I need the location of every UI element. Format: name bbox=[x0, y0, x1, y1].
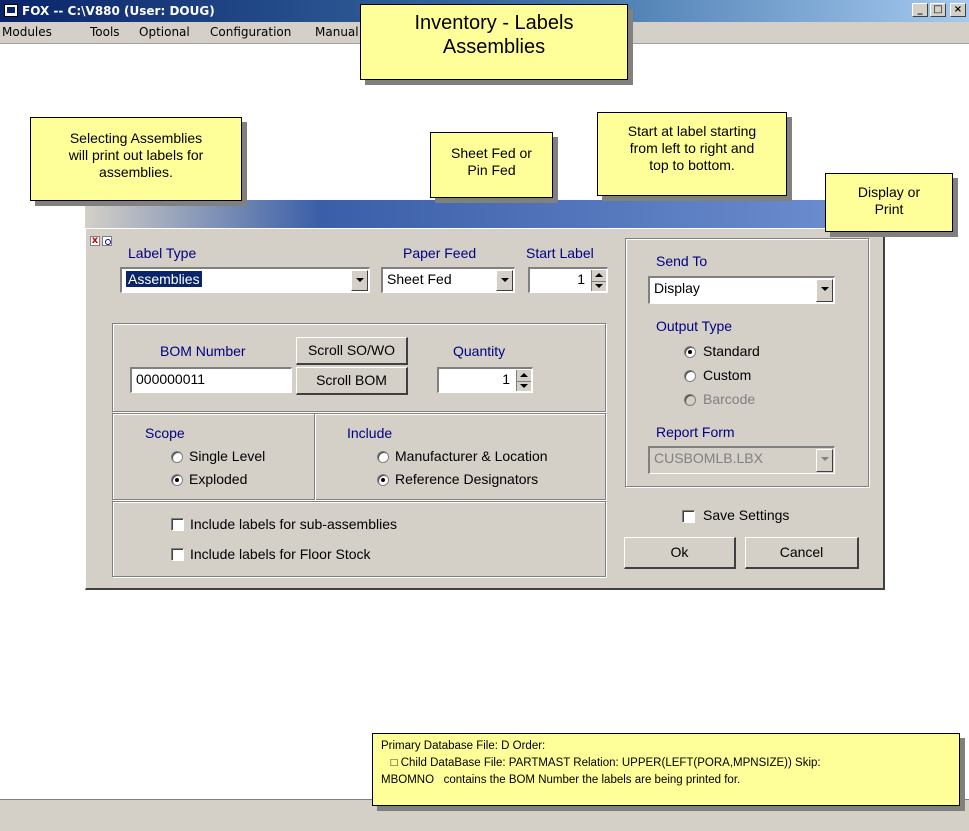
chevron-down-icon bbox=[816, 449, 833, 472]
output-custom-label: Custom bbox=[703, 367, 752, 383]
title-callout-line: Assemblies bbox=[442, 36, 546, 58]
ok-button[interactable]: Ok bbox=[624, 537, 736, 569]
label-type-label: Label Type bbox=[128, 245, 197, 261]
start-label-spinner[interactable]: 1 bbox=[528, 267, 608, 293]
note-line: Primary Database File: D Order: bbox=[381, 740, 546, 752]
scope-single-level-radio[interactable] bbox=[171, 451, 183, 463]
paper-feed-label: Paper Feed bbox=[403, 245, 477, 261]
scope-single-level-label: Single Level bbox=[189, 448, 266, 464]
scope-exploded-label: Exploded bbox=[189, 471, 248, 487]
bom-number-input[interactable]: 000000011 bbox=[130, 367, 292, 393]
title-callout: Inventory - Labels Assemblies bbox=[360, 4, 628, 80]
database-note-callout: Primary Database File: D Order: □ Child … bbox=[372, 733, 960, 806]
include-manufacturer-label: Manufacturer & Location bbox=[395, 448, 548, 464]
title-callout-line: Inventory - Labels bbox=[414, 12, 574, 34]
callout-line: Selecting Assemblies bbox=[69, 130, 203, 146]
bom-number-label: BOM Number bbox=[160, 343, 246, 359]
scroll-sowo-button[interactable]: Scroll SO/WO bbox=[296, 337, 408, 365]
output-type-label: Output Type bbox=[656, 318, 733, 334]
floor-stock-checkbox[interactable] bbox=[171, 548, 184, 561]
include-reference-radio[interactable] bbox=[377, 474, 389, 486]
group-divider bbox=[314, 414, 315, 500]
chevron-down-icon[interactable] bbox=[816, 279, 833, 302]
assemblies-callout: Selecting Assemblies will print out labe… bbox=[30, 117, 242, 201]
sub-assemblies-label: Include labels for sub-assemblies bbox=[190, 516, 397, 532]
callout-line: Start at label starting bbox=[627, 123, 757, 139]
callout-line: assemblies. bbox=[99, 164, 173, 180]
output-barcode-radio bbox=[684, 394, 696, 406]
quantity-spinner[interactable]: 1 bbox=[437, 367, 533, 393]
callout-line: Display or bbox=[857, 184, 921, 200]
dialog-help-icon[interactable] bbox=[102, 236, 112, 246]
cancel-button[interactable]: Cancel bbox=[745, 537, 859, 569]
start-label-callout: Start at label starting from left to rig… bbox=[597, 112, 787, 196]
report-form-dropdown: CUSBOMLB.LBX bbox=[648, 446, 835, 474]
callout-line: will print out labels for bbox=[68, 147, 204, 163]
scroll-bom-button[interactable]: Scroll BOM bbox=[296, 367, 408, 395]
callout-line: Pin Fed bbox=[467, 162, 516, 178]
floor-stock-label: Include labels for Floor Stock bbox=[190, 546, 371, 562]
output-standard-radio[interactable] bbox=[684, 346, 696, 358]
note-line: MBOMNO contains the BOM Number the label… bbox=[381, 774, 741, 786]
sub-assemblies-checkbox[interactable] bbox=[171, 518, 184, 531]
paper-feed-dropdown[interactable]: Sheet Fed bbox=[381, 267, 515, 293]
chevron-down-icon[interactable] bbox=[351, 270, 368, 291]
spinner-arrows-icon[interactable] bbox=[516, 370, 531, 391]
start-label-value: 1 bbox=[577, 271, 585, 287]
spinner-arrows-icon[interactable] bbox=[591, 270, 606, 291]
label-type-value: Assemblies bbox=[126, 271, 202, 287]
include-label: Include bbox=[347, 425, 393, 441]
save-settings-label: Save Settings bbox=[703, 507, 790, 523]
send-to-dropdown[interactable]: Display bbox=[648, 276, 835, 304]
save-settings-checkbox[interactable] bbox=[682, 510, 695, 523]
start-label-label: Start Label bbox=[526, 245, 594, 261]
dialog-close-icon[interactable]: x bbox=[90, 236, 100, 246]
send-to-value: Display bbox=[654, 280, 700, 296]
display-print-callout: Display or Print bbox=[825, 173, 953, 232]
callout-line: from left to right and bbox=[629, 140, 755, 156]
quantity-value: 1 bbox=[502, 371, 510, 387]
scope-exploded-radio[interactable] bbox=[171, 474, 183, 486]
label-type-dropdown[interactable]: Assemblies bbox=[120, 267, 370, 293]
chevron-down-icon[interactable] bbox=[496, 270, 513, 291]
output-standard-label: Standard bbox=[703, 343, 760, 359]
callout-line: top to bottom. bbox=[649, 157, 735, 173]
callout-line: Sheet Fed or bbox=[451, 145, 532, 161]
output-barcode-label: Barcode bbox=[703, 391, 756, 407]
dialog-titlebar bbox=[85, 200, 870, 228]
report-form-label: Report Form bbox=[656, 424, 735, 440]
include-reference-label: Reference Designators bbox=[395, 471, 539, 487]
sheet-fed-callout: Sheet Fed or Pin Fed bbox=[430, 132, 553, 198]
scope-label: Scope bbox=[145, 425, 185, 441]
options-group bbox=[112, 501, 607, 578]
paper-feed-value: Sheet Fed bbox=[387, 271, 452, 287]
callout-line: Print bbox=[874, 201, 904, 217]
send-to-label: Send To bbox=[656, 253, 708, 269]
output-custom-radio[interactable] bbox=[684, 370, 696, 382]
include-manufacturer-radio[interactable] bbox=[377, 451, 389, 463]
quantity-label: Quantity bbox=[453, 343, 506, 359]
note-line: □ Child DataBase File: PARTMAST Relation… bbox=[381, 757, 821, 769]
report-form-value: CUSBOMLB.LBX bbox=[654, 450, 763, 466]
